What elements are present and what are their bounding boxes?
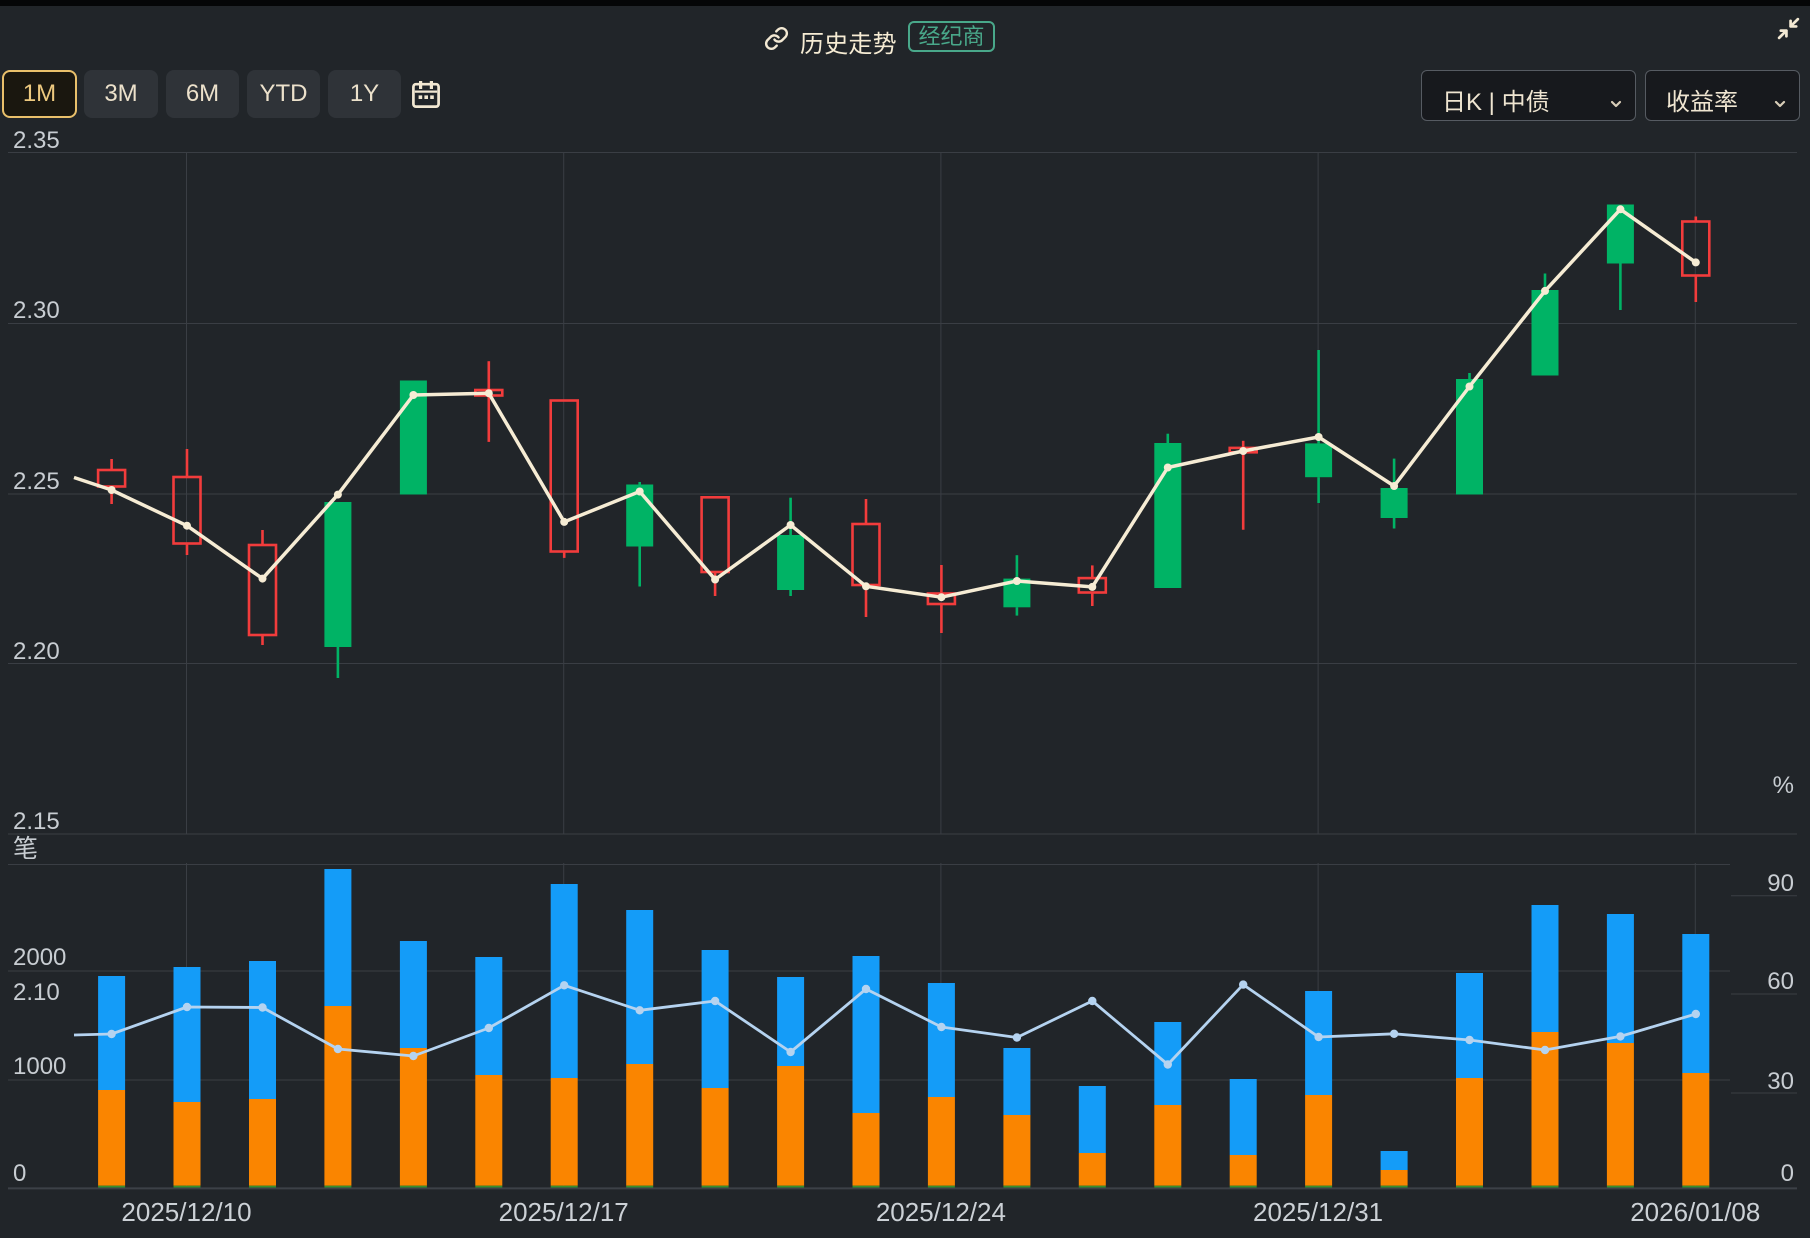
svg-text:2025/12/31: 2025/12/31 [1253, 1197, 1383, 1227]
svg-text:2.25: 2.25 [13, 468, 60, 495]
svg-text:2.35: 2.35 [13, 127, 60, 154]
svg-text:2.15: 2.15 [13, 808, 60, 835]
svg-text:笔: 笔 [13, 835, 38, 863]
svg-text:60: 60 [1767, 968, 1794, 995]
svg-text:30: 30 [1767, 1068, 1794, 1095]
svg-text:2025/12/17: 2025/12/17 [499, 1197, 629, 1227]
svg-text:0: 0 [1781, 1160, 1794, 1187]
svg-text:2025/12/10: 2025/12/10 [121, 1197, 251, 1227]
svg-text:2.20: 2.20 [13, 638, 60, 665]
svg-text:2.30: 2.30 [13, 297, 60, 324]
svg-text:2000: 2000 [13, 944, 66, 971]
svg-text:%: % [1773, 772, 1794, 799]
svg-text:2026/01/08: 2026/01/08 [1630, 1197, 1760, 1227]
svg-text:1000: 1000 [13, 1053, 66, 1080]
svg-text:2025/12/24: 2025/12/24 [876, 1197, 1006, 1227]
svg-text:0: 0 [13, 1160, 26, 1187]
svg-text:2.10: 2.10 [13, 979, 60, 1006]
svg-text:90: 90 [1767, 870, 1794, 897]
